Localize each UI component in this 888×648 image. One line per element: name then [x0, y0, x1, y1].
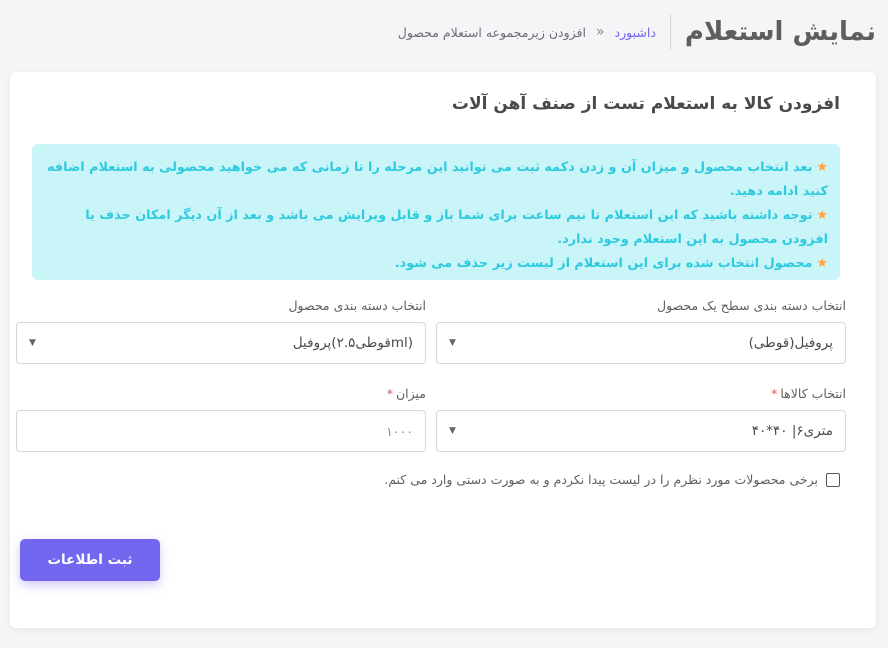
product-label: انتخاب کالاها*: [771, 386, 846, 401]
top-category-value: پروفیل(قوطی): [748, 335, 833, 351]
header-divider: [669, 14, 671, 50]
star-icon: ★: [816, 208, 828, 223]
required-marker: *: [771, 386, 778, 401]
top-category-label: انتخاب دسته بندی سطح یک محصول: [657, 298, 846, 313]
chevron-down-icon: ▼: [29, 338, 36, 348]
chevron-down-icon: ▼: [449, 338, 456, 348]
chevron-down-icon: ▼: [449, 426, 456, 436]
category-value: (mlقوطی۲.۵)پروفیل: [292, 335, 413, 351]
breadcrumb-current: افزودن زیرمجموعه استعلام محصول: [397, 24, 586, 40]
required-marker: *: [386, 386, 393, 401]
manual-entry-checkbox[interactable]: [826, 472, 840, 487]
star-icon: ★: [816, 256, 828, 271]
top-category-select[interactable]: پروفیل(قوطی) ▼: [436, 322, 846, 364]
alert-line: ★محصول انتخاب شده برای این استعلام از لی…: [394, 256, 828, 271]
card-title: افزودن کالا به استعلام تست از صنف آهن آل…: [451, 94, 840, 114]
quantity-field: میزان* ۱۰۰۰: [16, 386, 426, 452]
info-alert: ★بعد انتخاب محصول و میزان آن و زدن دکمه …: [32, 144, 840, 280]
breadcrumb-separator: «: [595, 24, 605, 40]
top-category-field: انتخاب دسته بندی سطح یک محصول پروفیل(قوط…: [436, 298, 846, 364]
alert-line: ★توجه داشته باشید که این استعلام تا نیم …: [85, 208, 828, 247]
category-field: انتخاب دسته بندی محصول (mlقوطی۲.۵)پروفیل…: [16, 298, 426, 364]
product-select[interactable]: متری۶| ۴۰*۴۰ ▼: [436, 410, 846, 452]
form-card: افزودن کالا به استعلام تست از صنف آهن آل…: [10, 72, 876, 628]
manual-entry-label: برخی محصولات مورد نظرم را در لیست پیدا ن…: [384, 472, 818, 487]
product-field: انتخاب کالاها* متری۶| ۴۰*۴۰ ▼: [436, 386, 846, 452]
star-icon: ★: [816, 160, 828, 175]
category-select[interactable]: (mlقوطی۲.۵)پروفیل ▼: [16, 322, 426, 364]
quantity-input[interactable]: ۱۰۰۰: [16, 410, 426, 452]
breadcrumb-dashboard-link[interactable]: داشبورد: [615, 25, 656, 40]
breadcrumb: داشبورد « افزودن زیرمجموعه استعلام محصول: [398, 24, 656, 40]
submit-button[interactable]: ثبت اطلاعات: [20, 539, 160, 581]
manual-entry-row: برخی محصولات مورد نظرم را در لیست پیدا ن…: [384, 472, 840, 487]
alert-line: ★بعد انتخاب محصول و میزان آن و زدن دکمه …: [47, 160, 828, 199]
quantity-label: میزان*: [386, 386, 426, 401]
page-header: نمایش استعلام داشبورد « افزودن زیرمجموعه…: [0, 0, 888, 64]
page-title: نمایش استعلام: [684, 17, 876, 47]
product-value: متری۶| ۴۰*۴۰: [751, 423, 833, 439]
category-label: انتخاب دسته بندی محصول: [288, 298, 426, 313]
